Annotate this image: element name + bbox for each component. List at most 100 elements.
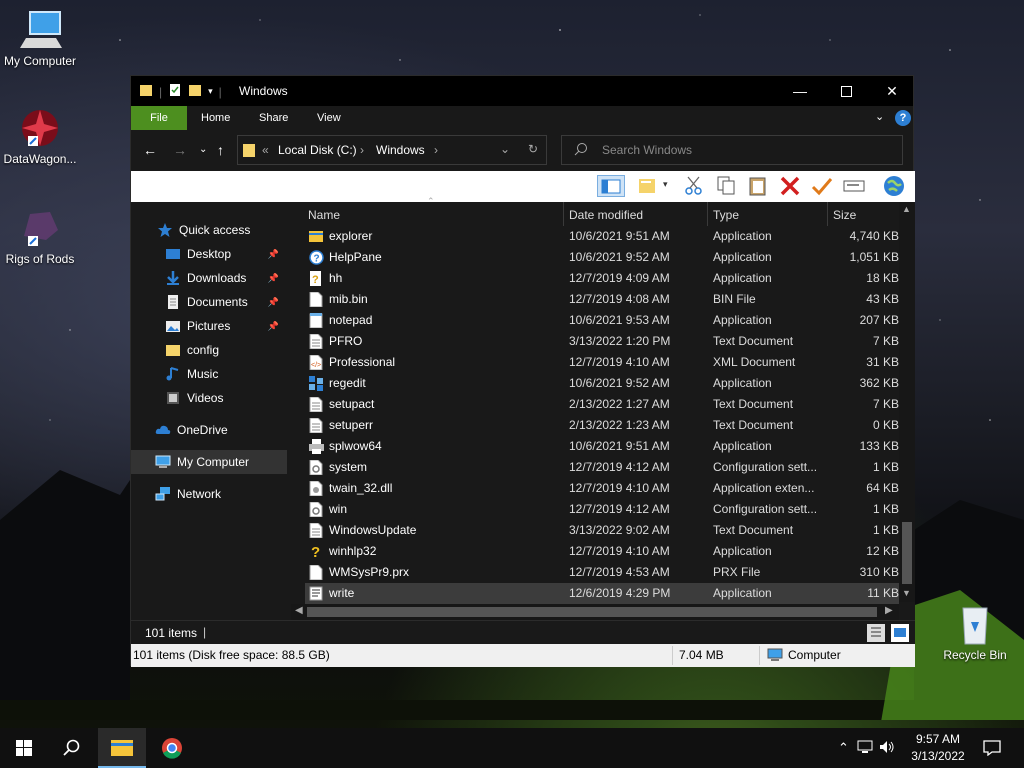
delete-icon[interactable] <box>779 175 801 197</box>
file-row[interactable]: WindowsUpdate 3/13/2022 9:02 AM Text Docum… <box>305 520 899 541</box>
file-row[interactable]: ? winhlp32 12/7/2019 4:10 AM Application 12 … <box>305 541 899 562</box>
minimize-button[interactable]: — <box>777 76 823 106</box>
file-name: setupact <box>329 397 375 411</box>
properties-icon[interactable] <box>168 83 182 100</box>
preview-pane-icon[interactable] <box>597 175 625 197</box>
desktop-icon-rigs-of-rods[interactable]: Rigs of Rods <box>0 206 80 266</box>
command-toolbar: ▾ <box>131 171 915 202</box>
column-header-type[interactable]: Type <box>713 202 739 226</box>
column-separator[interactable] <box>827 202 828 226</box>
nav-network[interactable]: Network <box>131 482 287 506</box>
vertical-scrollbar[interactable]: ▲ ▼ <box>899 202 915 602</box>
svg-text:</>: </> <box>311 362 321 369</box>
maximize-button[interactable] <box>823 76 869 106</box>
file-row[interactable]: win 12/7/2019 4:12 AM Configuration sett..… <box>305 499 899 520</box>
dropdown-arrow-icon[interactable]: ▾ <box>663 179 673 201</box>
file-row[interactable]: ? hh 12/7/2019 4:09 AM Application 18 KB <box>305 268 899 289</box>
file-row[interactable]: twain_32.dll 12/7/2019 4:10 AM Application… <box>305 478 899 499</box>
file-row[interactable]: explorer 10/6/2021 9:51 AM Application 4,74… <box>305 226 899 247</box>
column-header-date[interactable]: Date modified <box>569 202 643 226</box>
system-clock[interactable]: 9:57 AM 3/13/2022 <box>906 731 970 765</box>
breadcrumb-local-disk[interactable]: Local Disk (C:) <box>278 143 357 157</box>
breadcrumb-overflow[interactable]: « <box>262 143 269 157</box>
file-row[interactable]: </> Professional 12/7/2019 4:10 AM XML Docu… <box>305 352 899 373</box>
volume-icon[interactable] <box>879 740 895 757</box>
globe-icon[interactable] <box>883 175 905 197</box>
address-dropdown-icon[interactable]: ⌄ <box>500 142 510 156</box>
close-button[interactable]: ✕ <box>869 76 915 106</box>
notification-center-button[interactable] <box>970 728 1014 768</box>
forward-arrow-icon[interactable]: → <box>173 142 187 158</box>
column-separator[interactable] <box>707 202 708 226</box>
nav-downloads[interactable]: Downloads 📌 <box>131 266 287 290</box>
column-header-name[interactable]: Name <box>308 202 340 226</box>
network-icon <box>155 486 171 502</box>
cut-icon[interactable] <box>683 175 705 197</box>
show-hidden-icons-icon[interactable]: ⌃ <box>838 740 849 756</box>
desktop-icon-recycle-bin[interactable]: Recycle Bin <box>935 602 1015 662</box>
nav-music[interactable]: Music <box>131 362 287 386</box>
tab-view[interactable]: View <box>317 106 341 130</box>
scroll-thumb[interactable] <box>902 522 912 584</box>
nav-quick-access[interactable]: Quick access <box>131 218 287 242</box>
help-icon[interactable]: ? <box>895 110 911 126</box>
search-button[interactable] <box>48 728 96 768</box>
back-arrow-icon[interactable]: ← <box>143 142 157 158</box>
file-row[interactable]: splwow64 10/6/2021 9:51 AM Application 133 … <box>305 436 899 457</box>
desktop-icon-my-computer[interactable]: My Computer <box>0 8 80 68</box>
horizontal-scrollbar[interactable]: ◀ ▶ <box>291 604 899 620</box>
column-header-size[interactable]: Size <box>833 202 856 226</box>
address-bar[interactable]: « Local Disk (C:) › Windows › ⌄ ↻ <box>237 135 547 165</box>
tab-home[interactable]: Home <box>201 106 230 130</box>
search-input[interactable]: Search Windows <box>602 143 692 157</box>
nav-my-computer[interactable]: My Computer <box>131 450 287 474</box>
customize-qat-icon[interactable]: ▾ <box>208 86 213 97</box>
nav-desktop[interactable]: Desktop 📌 <box>131 242 287 266</box>
nav-pictures[interactable]: Pictures 📌 <box>131 314 287 338</box>
nav-videos[interactable]: Videos <box>131 386 287 410</box>
scroll-thumb[interactable] <box>307 607 877 617</box>
file-row[interactable]: ? HelpPane 10/6/2021 9:52 AM Application 1,0… <box>305 247 899 268</box>
column-separator[interactable] <box>563 202 564 226</box>
checkmark-icon[interactable] <box>811 175 833 197</box>
details-view-icon[interactable] <box>867 624 885 642</box>
file-row[interactable]: setupact 2/13/2022 1:27 AM Text Document 7 … <box>305 394 899 415</box>
nav-documents[interactable]: Documents 📌 <box>131 290 287 314</box>
file-row[interactable]: WMSysPr9.prx 12/7/2019 4:53 AM PRX File 310… <box>305 562 899 583</box>
scroll-left-arrow-icon[interactable]: ◀ <box>295 605 303 616</box>
file-row[interactable]: regedit 10/6/2021 9:52 AM Application 362 K… <box>305 373 899 394</box>
file-row[interactable]: write 12/6/2019 4:29 PM Application 11 KB <box>305 583 899 604</box>
scroll-up-arrow-icon[interactable]: ▲ <box>902 204 911 214</box>
desktop-icon-datawagon[interactable]: DataWagon... <box>0 106 80 166</box>
expand-ribbon-icon[interactable]: ⌄ <box>875 110 884 123</box>
file-date-modified: 12/7/2019 4:10 AM <box>569 544 670 558</box>
nav-config[interactable]: config <box>131 338 287 362</box>
copy-icon[interactable] <box>715 175 737 197</box>
file-row[interactable]: mib.bin 12/7/2019 4:08 AM BIN File 43 KB <box>305 289 899 310</box>
refresh-icon[interactable]: ↻ <box>528 142 538 156</box>
scroll-down-arrow-icon[interactable]: ▼ <box>902 588 911 598</box>
start-button[interactable] <box>0 728 48 768</box>
breadcrumb-windows[interactable]: Windows <box>376 143 425 157</box>
network-icon[interactable] <box>857 740 873 757</box>
new-folder-icon[interactable] <box>188 83 202 100</box>
paste-icon[interactable] <box>747 175 769 197</box>
file-row[interactable]: setuperr 2/13/2022 1:23 AM Text Document 0 … <box>305 415 899 436</box>
tab-file[interactable]: File <box>131 106 187 130</box>
tab-share[interactable]: Share <box>259 106 288 130</box>
search-box[interactable]: Search Windows <box>561 135 903 165</box>
file-row[interactable]: notepad 10/6/2021 9:53 AM Application 207 K… <box>305 310 899 331</box>
taskbar-chrome[interactable] <box>148 728 196 768</box>
nav-onedrive[interactable]: OneDrive <box>131 418 287 442</box>
rename-icon[interactable] <box>843 175 865 197</box>
file-row[interactable]: system 12/7/2019 4:12 AM Configuration set… <box>305 457 899 478</box>
status-size: 7.04 MB <box>679 648 724 662</box>
taskbar-file-explorer[interactable] <box>98 728 146 768</box>
file-row[interactable]: PFRO 3/13/2022 1:20 PM Text Document 7 KB <box>305 331 899 352</box>
large-icons-view-icon[interactable] <box>891 624 909 642</box>
recent-locations-icon[interactable]: ⌄ <box>199 144 207 155</box>
up-arrow-icon[interactable]: ↑ <box>217 142 224 158</box>
new-folder-icon[interactable] <box>637 175 659 197</box>
title-bar[interactable]: | ▾ | Windows — ✕ <box>131 76 913 106</box>
scroll-right-arrow-icon[interactable]: ▶ <box>885 605 893 616</box>
